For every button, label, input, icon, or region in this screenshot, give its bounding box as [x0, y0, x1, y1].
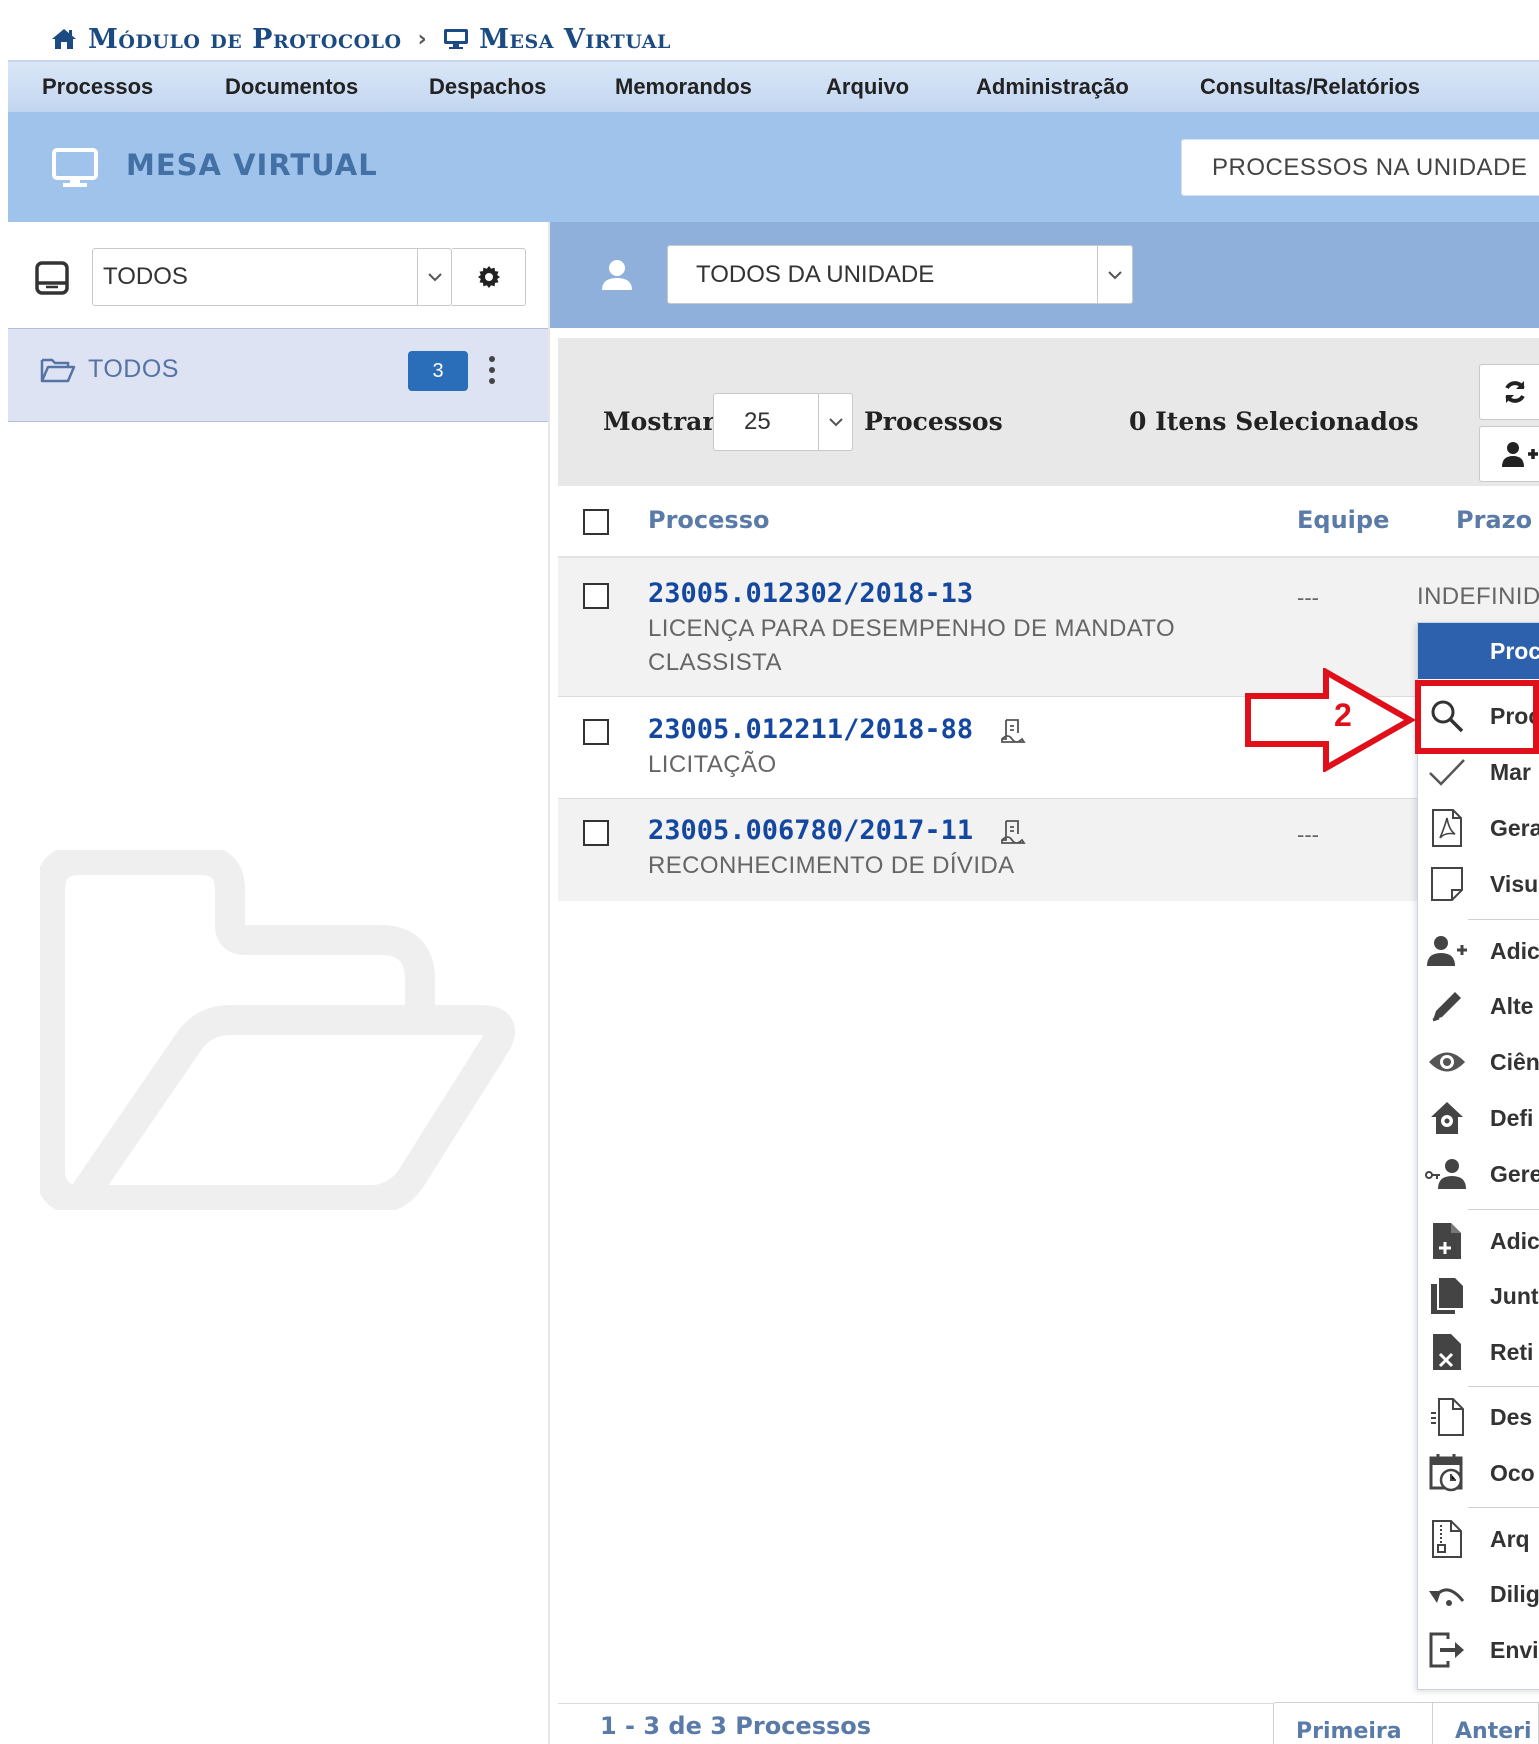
- chevron-down-icon[interactable]: [818, 393, 853, 451]
- add-user-icon: [1424, 928, 1470, 974]
- folder-filter-select[interactable]: TODOS: [92, 248, 452, 306]
- context-item-add-document[interactable]: Adic: [1490, 1218, 1539, 1264]
- context-item-edit[interactable]: Alte: [1490, 983, 1539, 1029]
- context-menu-header: Proc: [1418, 623, 1539, 679]
- context-item-generate[interactable]: Gera: [1490, 805, 1539, 851]
- calendar-clock-icon: [1424, 1450, 1470, 1496]
- context-item-add-member[interactable]: Adic: [1490, 928, 1539, 974]
- context-item-define[interactable]: Defi: [1490, 1095, 1539, 1141]
- first-page-button[interactable]: Primeira: [1273, 1702, 1433, 1744]
- refresh-button[interactable]: [1479, 364, 1539, 420]
- context-item-manage[interactable]: Gere: [1490, 1151, 1539, 1197]
- breadcrumb-separator: ›: [417, 26, 428, 52]
- user-icon: [600, 258, 634, 292]
- home-pin-icon: [1424, 1095, 1470, 1141]
- panel-divider: [548, 222, 550, 1744]
- row-checkbox[interactable]: [583, 820, 609, 846]
- context-item-send[interactable]: Envi: [1490, 1627, 1539, 1673]
- add-user-icon: [1502, 441, 1538, 467]
- menu-administracao[interactable]: Administração: [976, 62, 1129, 112]
- team-value: ---: [1297, 585, 1319, 610]
- context-item-remove[interactable]: Reti: [1490, 1329, 1539, 1375]
- context-item-occurrence[interactable]: Oco: [1490, 1450, 1539, 1496]
- menu-arquivo[interactable]: Arquivo: [826, 62, 909, 112]
- pdf-icon: [1424, 805, 1470, 851]
- divider: [1468, 1386, 1539, 1387]
- context-item-diligence[interactable]: Dilig: [1490, 1571, 1539, 1617]
- empty-folder-icon: [40, 850, 520, 1210]
- deadline-value: INDEFINID: [1417, 583, 1539, 610]
- breadcrumb-current: Mesa Virtual: [479, 23, 671, 55]
- context-item-archive[interactable]: Arq: [1490, 1516, 1539, 1562]
- archive-file-icon: [1424, 1516, 1470, 1562]
- check-icon: [1424, 749, 1470, 795]
- process-description: LICITAÇÃO: [648, 751, 777, 778]
- selected-count: 0 Itens Selecionados: [1129, 407, 1419, 436]
- settings-button[interactable]: [452, 248, 526, 306]
- context-item-mark[interactable]: Mar: [1490, 749, 1539, 795]
- divider: [1468, 1507, 1539, 1508]
- file-split-icon: [1424, 1394, 1470, 1440]
- menu-processos[interactable]: Processos: [42, 62, 153, 112]
- context-item-split[interactable]: Des: [1490, 1394, 1539, 1440]
- signer-icon: [1000, 717, 1026, 745]
- refresh-icon: [1502, 379, 1528, 405]
- context-item-acknowledge[interactable]: Ciên: [1490, 1039, 1539, 1085]
- context-item-attach[interactable]: Junt: [1490, 1273, 1539, 1319]
- column-header-equipe[interactable]: Equipe: [1297, 506, 1389, 534]
- eye-icon: [1424, 1039, 1470, 1085]
- chevron-down-icon[interactable]: [1097, 245, 1133, 304]
- column-header-prazo[interactable]: Prazo: [1456, 506, 1532, 534]
- home-icon[interactable]: [50, 27, 78, 51]
- select-all-checkbox[interactable]: [583, 509, 609, 535]
- menu-memorandos[interactable]: Memorandos: [615, 62, 752, 112]
- file-remove-icon: [1424, 1329, 1470, 1375]
- exit-icon: [1424, 1627, 1470, 1673]
- divider: [1468, 1209, 1539, 1210]
- annotation-step-number: 2: [1334, 697, 1352, 733]
- process-number-link[interactable]: 23005.012302/2018-13: [648, 578, 973, 609]
- previous-page-button[interactable]: Anteri: [1433, 1702, 1539, 1744]
- signer-icon: [1000, 818, 1026, 846]
- inbox-icon: [34, 260, 70, 296]
- folder-count-badge: 3: [408, 351, 468, 391]
- row-checkbox[interactable]: [583, 719, 609, 745]
- files-icon: [1424, 1273, 1470, 1319]
- context-item-view[interactable]: Visu: [1490, 861, 1539, 907]
- menu-consultas-relatorios[interactable]: Consultas/Relatórios: [1200, 62, 1420, 112]
- annotation-highlight: [1415, 680, 1539, 754]
- folder-open-icon: [40, 356, 76, 384]
- chevron-down-icon[interactable]: [417, 248, 452, 306]
- file-plus-icon: [1424, 1218, 1470, 1264]
- gear-icon: [477, 265, 501, 289]
- pencil-icon: [1424, 983, 1470, 1029]
- divider: [1468, 919, 1539, 920]
- column-header-processo[interactable]: Processo: [648, 506, 769, 534]
- processes-in-unit-button[interactable]: PROCESSOS NA UNIDADE: [1181, 139, 1539, 196]
- menu-documentos[interactable]: Documentos: [225, 62, 358, 112]
- more-options-icon[interactable]: [488, 355, 496, 385]
- row-checkbox[interactable]: [583, 583, 609, 609]
- add-member-button[interactable]: [1479, 426, 1539, 482]
- page-title: MESA VIRTUAL: [126, 148, 378, 182]
- undo-icon: [1424, 1571, 1470, 1617]
- team-value: ---: [1297, 822, 1319, 847]
- annotation-arrow: [1244, 668, 1416, 772]
- monitor-icon: [443, 27, 469, 51]
- breadcrumb-module[interactable]: Módulo de Protocolo: [88, 24, 402, 55]
- process-number-link[interactable]: 23005.006780/2017-11: [648, 815, 973, 846]
- menu-despachos[interactable]: Despachos: [429, 62, 546, 112]
- process-number-link[interactable]: 23005.012211/2018-88: [648, 714, 973, 745]
- breadcrumb: Módulo de Protocolo › Mesa Virtual: [50, 22, 671, 56]
- key-user-icon: [1424, 1151, 1470, 1197]
- process-description: RECONHECIMENTO DE DÍVIDA: [648, 852, 1015, 879]
- folder-label: TODOS: [88, 355, 179, 383]
- page-icon: [1424, 861, 1470, 907]
- pagination-summary: 1 - 3 de 3 Processos: [600, 1712, 872, 1740]
- processes-label: Processos: [864, 407, 1003, 436]
- user-filter-select[interactable]: TODOS DA UNIDADE: [667, 245, 1133, 304]
- show-label: Mostrar: [603, 407, 716, 436]
- process-description: LICENÇA PARA DESEMPENHO DE MANDATO CLASS…: [648, 615, 1176, 676]
- monitor-icon: [52, 148, 98, 188]
